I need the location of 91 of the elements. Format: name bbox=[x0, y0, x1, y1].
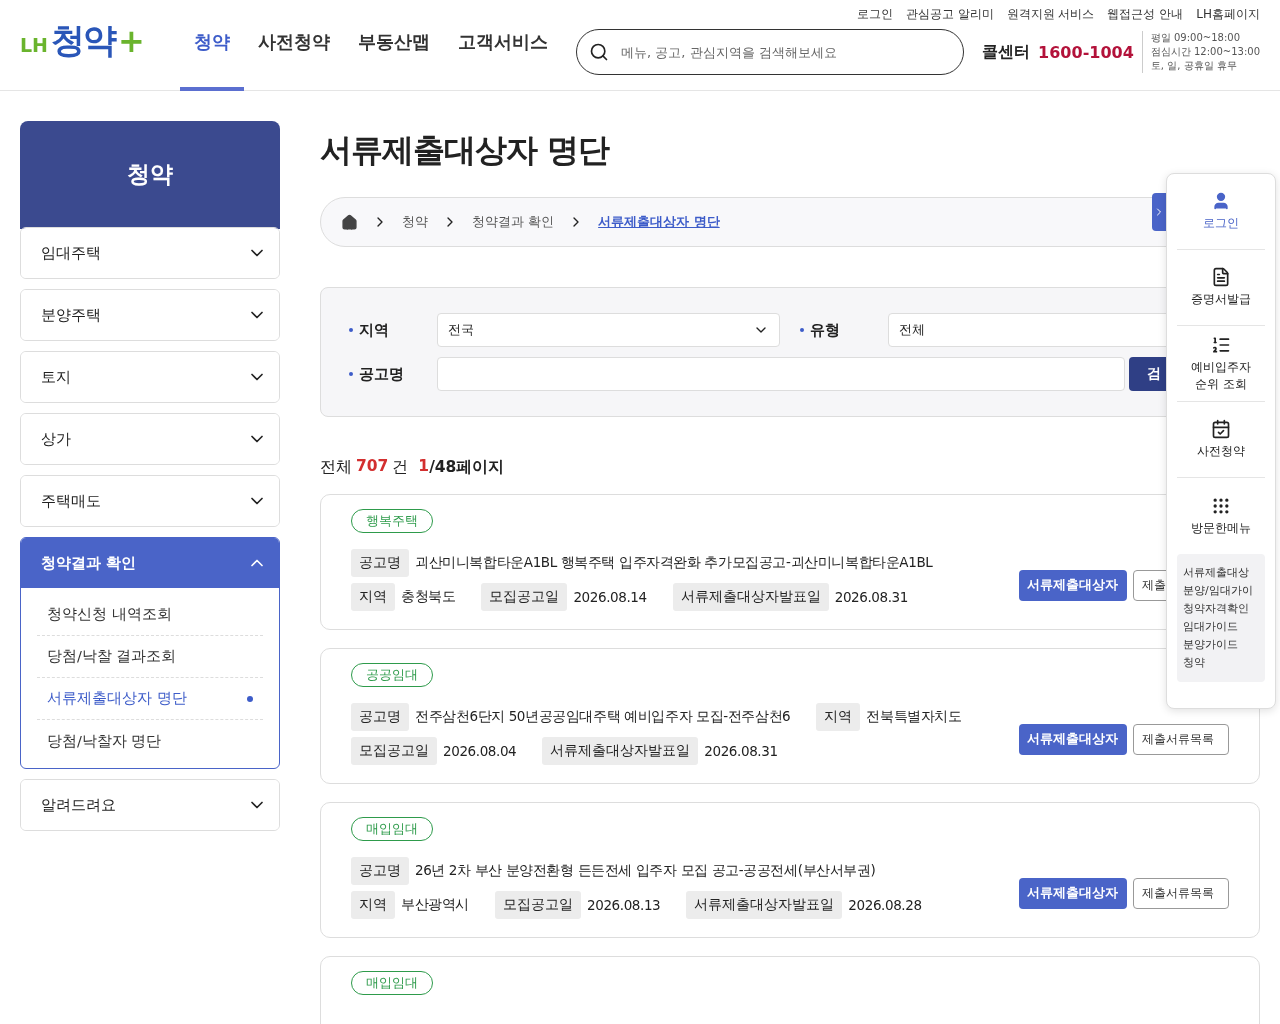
recent-menu-link[interactable]: 분양가이드 bbox=[1183, 636, 1259, 654]
count-unit: 건 bbox=[392, 457, 409, 478]
breadcrumb-link[interactable]: 서류제출대상자 명단 bbox=[598, 213, 720, 231]
submenu-item[interactable]: 당첨/낙찰자 명단 bbox=[37, 720, 263, 762]
field-label: 서류제출대상자발표일 bbox=[686, 891, 843, 919]
hours-text: 평일 09:00~18:00 bbox=[1150, 31, 1241, 45]
field-value: 전주삼천6단지 50년공공임대주택 예비입주자 모집-전주삼천6 bbox=[415, 708, 791, 726]
field-label: 지역 bbox=[351, 583, 395, 611]
user-icon bbox=[1211, 191, 1231, 211]
field-value: 2026.08.28 bbox=[848, 897, 922, 913]
utility-link[interactable]: 로그인 bbox=[856, 6, 893, 23]
recent-menu-link[interactable]: 분양/임대가이 bbox=[1183, 582, 1259, 600]
page-current: 1 bbox=[418, 457, 430, 477]
sidebar-item[interactable]: 청약결과 확인 bbox=[21, 538, 279, 588]
quick-menu-item[interactable]: 증명서발급 bbox=[1177, 250, 1265, 326]
notice-name-field[interactable] bbox=[437, 357, 1125, 391]
field-label: 모집공고일 bbox=[481, 583, 568, 611]
field-label: 모집공고일 bbox=[351, 737, 437, 765]
submenu-item[interactable]: 서류제출대상자 명단 bbox=[37, 678, 263, 720]
applicants-button[interactable]: 서류제출대상자 bbox=[1019, 724, 1127, 755]
field-value: 2026.08.04 bbox=[443, 743, 517, 759]
submenu-item[interactable]: 당첨/낙찰 결과조회 bbox=[37, 636, 263, 678]
field-value: 괴산미니복합타운A1BL 행복주택 입주자격완화 추가모집공고-괴산미니복합타운A1BL bbox=[415, 554, 933, 572]
filter-label: 지역 bbox=[349, 320, 437, 340]
selected-dot-icon bbox=[247, 695, 253, 702]
search-icon bbox=[589, 42, 610, 62]
filter-label: 유형 bbox=[800, 320, 888, 340]
breadcrumb-link[interactable]: 청약 bbox=[402, 213, 428, 231]
applicants-button[interactable]: 서류제출대상자 bbox=[1019, 570, 1127, 601]
field-value: 2026.08.31 bbox=[704, 743, 778, 759]
documents-button[interactable]: 제출서류목록 bbox=[1133, 724, 1229, 755]
sidebar-title: 청약 bbox=[20, 121, 280, 229]
hours-text: 점심시간 12:00~13:00 bbox=[1150, 45, 1260, 59]
breadcrumb-link[interactable]: 청약결과 확인 bbox=[472, 213, 555, 231]
field-label: 공고명 bbox=[351, 549, 409, 577]
recent-menu-link[interactable]: 서류제출대상 bbox=[1183, 564, 1259, 582]
field-label: 공고명 bbox=[351, 703, 409, 731]
nav-tab[interactable]: 부동산맵 bbox=[344, 0, 444, 91]
sidebar-item[interactable]: 알려드려요 bbox=[21, 780, 279, 830]
field-value: 부산광역시 bbox=[401, 896, 469, 914]
quick-menu-item[interactable]: 예비입주자 순위 조회 bbox=[1177, 326, 1265, 402]
quick-menu-toggle[interactable] bbox=[1152, 193, 1166, 231]
sidebar-item[interactable]: 상가 bbox=[21, 414, 279, 464]
sidebar-item[interactable]: 토지 bbox=[21, 352, 279, 402]
filter-label: 공고명 bbox=[349, 364, 437, 384]
calendar-check-icon bbox=[1211, 419, 1231, 439]
utility-link[interactable]: 관심공고 알리미 bbox=[905, 6, 994, 23]
field-label: 모집공고일 bbox=[495, 891, 581, 919]
field-value: 2026.08.14 bbox=[573, 589, 647, 605]
field-value: 26년 2차 부산 분양전환형 든든전세 입주자 모집 공고-공공전세(부산서부권) bbox=[415, 862, 876, 880]
applicants-button[interactable]: 서류제출대상자 bbox=[1019, 878, 1127, 909]
logo-plus: + bbox=[118, 22, 145, 60]
search-field[interactable]: 메뉴, 공고, 관심지역을 검색해보세요 bbox=[576, 29, 965, 75]
quick-menu-item[interactable]: 방문한메뉴 bbox=[1177, 478, 1265, 554]
submenu-item[interactable]: 청약신청 내역조회 bbox=[37, 594, 263, 636]
field-value: 2026.08.13 bbox=[587, 897, 661, 913]
logo-prefix: LH bbox=[20, 34, 48, 56]
page-title: 서류제출대상자 명단 bbox=[320, 130, 611, 171]
hours-text: 토, 일, 공휴일 휴무 bbox=[1150, 59, 1238, 73]
quick-menu-item[interactable]: 사전청약 bbox=[1177, 402, 1265, 478]
page-total: /48페이지 bbox=[429, 457, 505, 478]
field-label: 지역 bbox=[351, 891, 395, 919]
logo-name[interactable]: 청약 bbox=[51, 18, 115, 64]
field-label: 서류제출대상자발표일 bbox=[542, 737, 699, 765]
nav-tab[interactable]: 사전청약 bbox=[244, 0, 344, 91]
documents-button[interactable]: 제출서류목록 bbox=[1133, 878, 1229, 909]
utility-link[interactable]: LH홈페이지 bbox=[1196, 6, 1260, 23]
recent-menu-link[interactable]: 청약 bbox=[1183, 654, 1259, 672]
field-label: 공고명 bbox=[351, 857, 409, 885]
sidebar-item[interactable]: 임대주택 bbox=[21, 228, 279, 278]
document-icon bbox=[1211, 267, 1231, 287]
field-label: 지역 bbox=[816, 703, 861, 731]
call-center-number: 1600-1004 bbox=[1038, 42, 1134, 62]
field-value: 전북특별자치도 bbox=[866, 708, 962, 726]
nav-tab[interactable]: 청약 bbox=[180, 0, 244, 91]
sidebar-item[interactable]: 주택매도 bbox=[21, 476, 279, 526]
field-value: 충청북도 bbox=[401, 588, 456, 606]
field-value: 2026.08.31 bbox=[834, 589, 908, 605]
utility-link[interactable]: 웹접근성 안내 bbox=[1107, 6, 1184, 23]
call-center-label: 콜센터 bbox=[982, 41, 1031, 63]
recent-menu-link[interactable]: 임대가이드 bbox=[1183, 618, 1259, 636]
utility-link[interactable]: 원격지원 서비스 bbox=[1006, 6, 1095, 23]
home-icon[interactable] bbox=[341, 213, 358, 231]
sidebar-item[interactable]: 분양주택 bbox=[21, 290, 279, 340]
count-total: 707 bbox=[356, 457, 389, 477]
recent-menu-link[interactable]: 청약자격확인 bbox=[1183, 600, 1259, 618]
field-label: 서류제출대상자발표일 bbox=[672, 583, 829, 611]
nav-tab[interactable]: 고객서비스 bbox=[444, 0, 562, 91]
region-select[interactable]: 전국 bbox=[437, 313, 780, 347]
count-text: 전체 bbox=[320, 457, 352, 478]
quick-menu-item[interactable]: 로그인 bbox=[1177, 174, 1265, 250]
